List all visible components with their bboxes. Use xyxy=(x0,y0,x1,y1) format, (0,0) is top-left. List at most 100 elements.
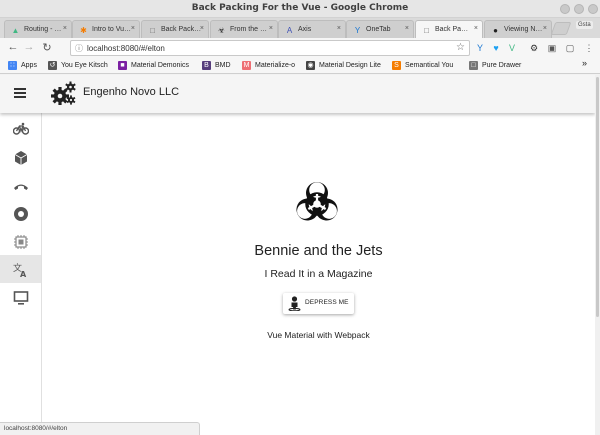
side-navigation: 文A xyxy=(0,113,42,435)
page-icon: □ xyxy=(424,26,429,35)
vue-icon[interactable]: V xyxy=(506,42,518,54)
bookmark-label: Material Demonics xyxy=(131,62,189,69)
guest-profile-button[interactable]: Gsta xyxy=(576,21,593,29)
forward-button[interactable]: → xyxy=(22,41,36,53)
tab-label: Back Pack… xyxy=(161,26,202,33)
sidenav-item-1[interactable] xyxy=(0,115,41,143)
sidenav-item-7[interactable] xyxy=(0,283,41,311)
tab-5[interactable]: A Axis × xyxy=(278,20,346,38)
tab-7[interactable]: □ Back Pa… × xyxy=(415,20,483,39)
maximize-button[interactable] xyxy=(574,4,584,14)
tab-2[interactable]: ✱ Intro to Vu… × xyxy=(72,20,140,38)
close-tab-icon[interactable]: × xyxy=(200,25,204,32)
extension-icon[interactable]: ▣ xyxy=(546,42,558,54)
back-button[interactable]: ← xyxy=(6,41,20,53)
site-info-icon[interactable]: ⓘ xyxy=(75,43,83,54)
sidenav-item-4[interactable] xyxy=(0,199,41,227)
bookmark-label: Apps xyxy=(21,62,37,69)
bookmarks-bar: ∷ Apps ↺ You Eye Kitsch ■ Material Demonics B B… xyxy=(0,58,600,74)
footer-text: Vue Material with Webpack xyxy=(267,330,370,340)
material-icon: ■ xyxy=(118,61,127,70)
tab-6[interactable]: Y OneTab × xyxy=(346,20,414,38)
status-bar: localhost:8080/#/elton xyxy=(0,422,200,435)
tab-label: Axis xyxy=(298,26,312,33)
scrollbar-thumb[interactable] xyxy=(596,77,599,317)
close-tab-icon[interactable]: × xyxy=(269,25,273,32)
sidenav-item-5[interactable] xyxy=(0,227,41,255)
box-icon xyxy=(14,151,28,165)
bookmark-3[interactable]: ■ Material Demonics xyxy=(118,60,189,71)
tab-3[interactable]: □ Back Pack… × xyxy=(141,20,209,38)
close-tab-icon[interactable]: × xyxy=(63,25,67,32)
github-icon: ● xyxy=(493,26,498,35)
page-scrollbar[interactable] xyxy=(595,75,600,435)
semantic-icon: S xyxy=(392,61,401,70)
main-heading: Bennie and the Jets xyxy=(254,243,383,259)
minimize-button[interactable] xyxy=(560,4,570,14)
twitter-icon[interactable]: ♥ xyxy=(490,42,502,54)
menu-toggle-button[interactable] xyxy=(12,86,28,102)
close-tab-icon[interactable]: × xyxy=(337,25,341,32)
gear-icon[interactable]: ⚙ xyxy=(528,42,540,54)
bookmark-label: BMD xyxy=(215,62,231,69)
browser-window: Back Packing For the Vue - Google Chrome… xyxy=(0,0,600,435)
bookmark-2[interactable]: ↺ You Eye Kitsch xyxy=(48,60,108,71)
close-tab-icon[interactable]: × xyxy=(543,25,547,32)
bookmark-label: Pure Drawer xyxy=(482,62,522,69)
bootstrap-icon: B xyxy=(202,61,211,70)
record-icon xyxy=(14,207,28,221)
tab-8[interactable]: ● Viewing N… × xyxy=(484,20,552,38)
biohazard-icon: ☣ xyxy=(217,26,226,35)
translate-icon: 文A xyxy=(13,262,27,278)
bookmark-5[interactable]: M Materialize-o xyxy=(242,60,295,71)
bookmark-star-icon[interactable]: ☆ xyxy=(456,42,465,53)
address-bar[interactable]: ⓘ ☆ xyxy=(70,40,470,56)
tab-1[interactable]: ▲ Routing - … × xyxy=(4,20,72,38)
axis-icon: A xyxy=(286,26,293,35)
svg-text:A: A xyxy=(20,270,27,278)
sidenav-item-2[interactable] xyxy=(0,143,41,171)
tab-label: From the … xyxy=(230,26,267,33)
app-title: Engenho Novo LLC xyxy=(83,86,180,98)
tab-label: Intro to Vu… xyxy=(92,26,132,33)
monitor-icon xyxy=(13,291,29,305)
sidenav-item-3[interactable] xyxy=(0,171,41,199)
bookmark-6[interactable]: ◉ Material Design Lite xyxy=(306,60,381,71)
apps-icon: ∷ xyxy=(8,61,17,70)
onetab-icon: Y xyxy=(354,26,361,35)
tab-strip: ▲ Routing - … × ✱ Intro to Vu… × □ Back Pack… × ☣… xyxy=(0,18,600,39)
bookmark-1[interactable]: ∷ Apps xyxy=(8,60,37,71)
bookmark-4[interactable]: B BMD xyxy=(202,60,231,71)
url-input[interactable] xyxy=(87,42,447,54)
bookmark-label: Materialize-o xyxy=(255,62,296,69)
close-tab-icon[interactable]: × xyxy=(405,25,409,32)
tab-label: Viewing N… xyxy=(504,26,543,33)
menu-icon[interactable]: ⋮ xyxy=(583,42,595,54)
browser-toolbar: ← → ↻ ⓘ ☆ Y ♥ V ⚙ ▣ ▢ ⋮ xyxy=(0,38,600,58)
asterisk-icon: ✱ xyxy=(80,26,87,35)
bookmarks-overflow-button[interactable]: » xyxy=(582,58,587,69)
bookmark-label: Semantical You xyxy=(405,62,454,69)
depress-me-button[interactable]: DEPRESS ME xyxy=(283,293,354,314)
close-tab-icon[interactable]: × xyxy=(474,25,478,32)
reload-button[interactable]: ↻ xyxy=(40,41,54,54)
main-subheading: I Read It in a Magazine xyxy=(264,268,373,280)
bookmark-label: Material Design Lite xyxy=(319,62,381,69)
tab-4[interactable]: ☣ From the … × xyxy=(210,20,278,38)
page-icon: □ xyxy=(469,61,478,70)
app-toolbar: Engenho Novo LLC xyxy=(0,75,595,113)
close-tab-icon[interactable]: × xyxy=(131,25,135,32)
title-bar: Back Packing For the Vue - Google Chrome xyxy=(0,0,600,18)
vue-devtools-icon[interactable]: Y xyxy=(474,42,486,54)
main-content: Bennie and the Jets I Read It in a Magaz… xyxy=(42,113,595,435)
tab-label: Back Pa… xyxy=(435,26,469,33)
bookmark-7[interactable]: S Semantical You xyxy=(392,60,453,71)
phone-hangup-icon xyxy=(14,184,28,190)
person-pin-icon xyxy=(288,296,301,311)
bookmark-8[interactable]: □ Pure Drawer xyxy=(469,60,521,71)
close-window-button[interactable] xyxy=(588,4,598,14)
bike-icon xyxy=(13,122,29,135)
sidenav-item-6[interactable]: 文A xyxy=(0,255,41,283)
vue-icon: ▲ xyxy=(11,26,20,35)
cast-icon[interactable]: ▢ xyxy=(564,42,576,54)
